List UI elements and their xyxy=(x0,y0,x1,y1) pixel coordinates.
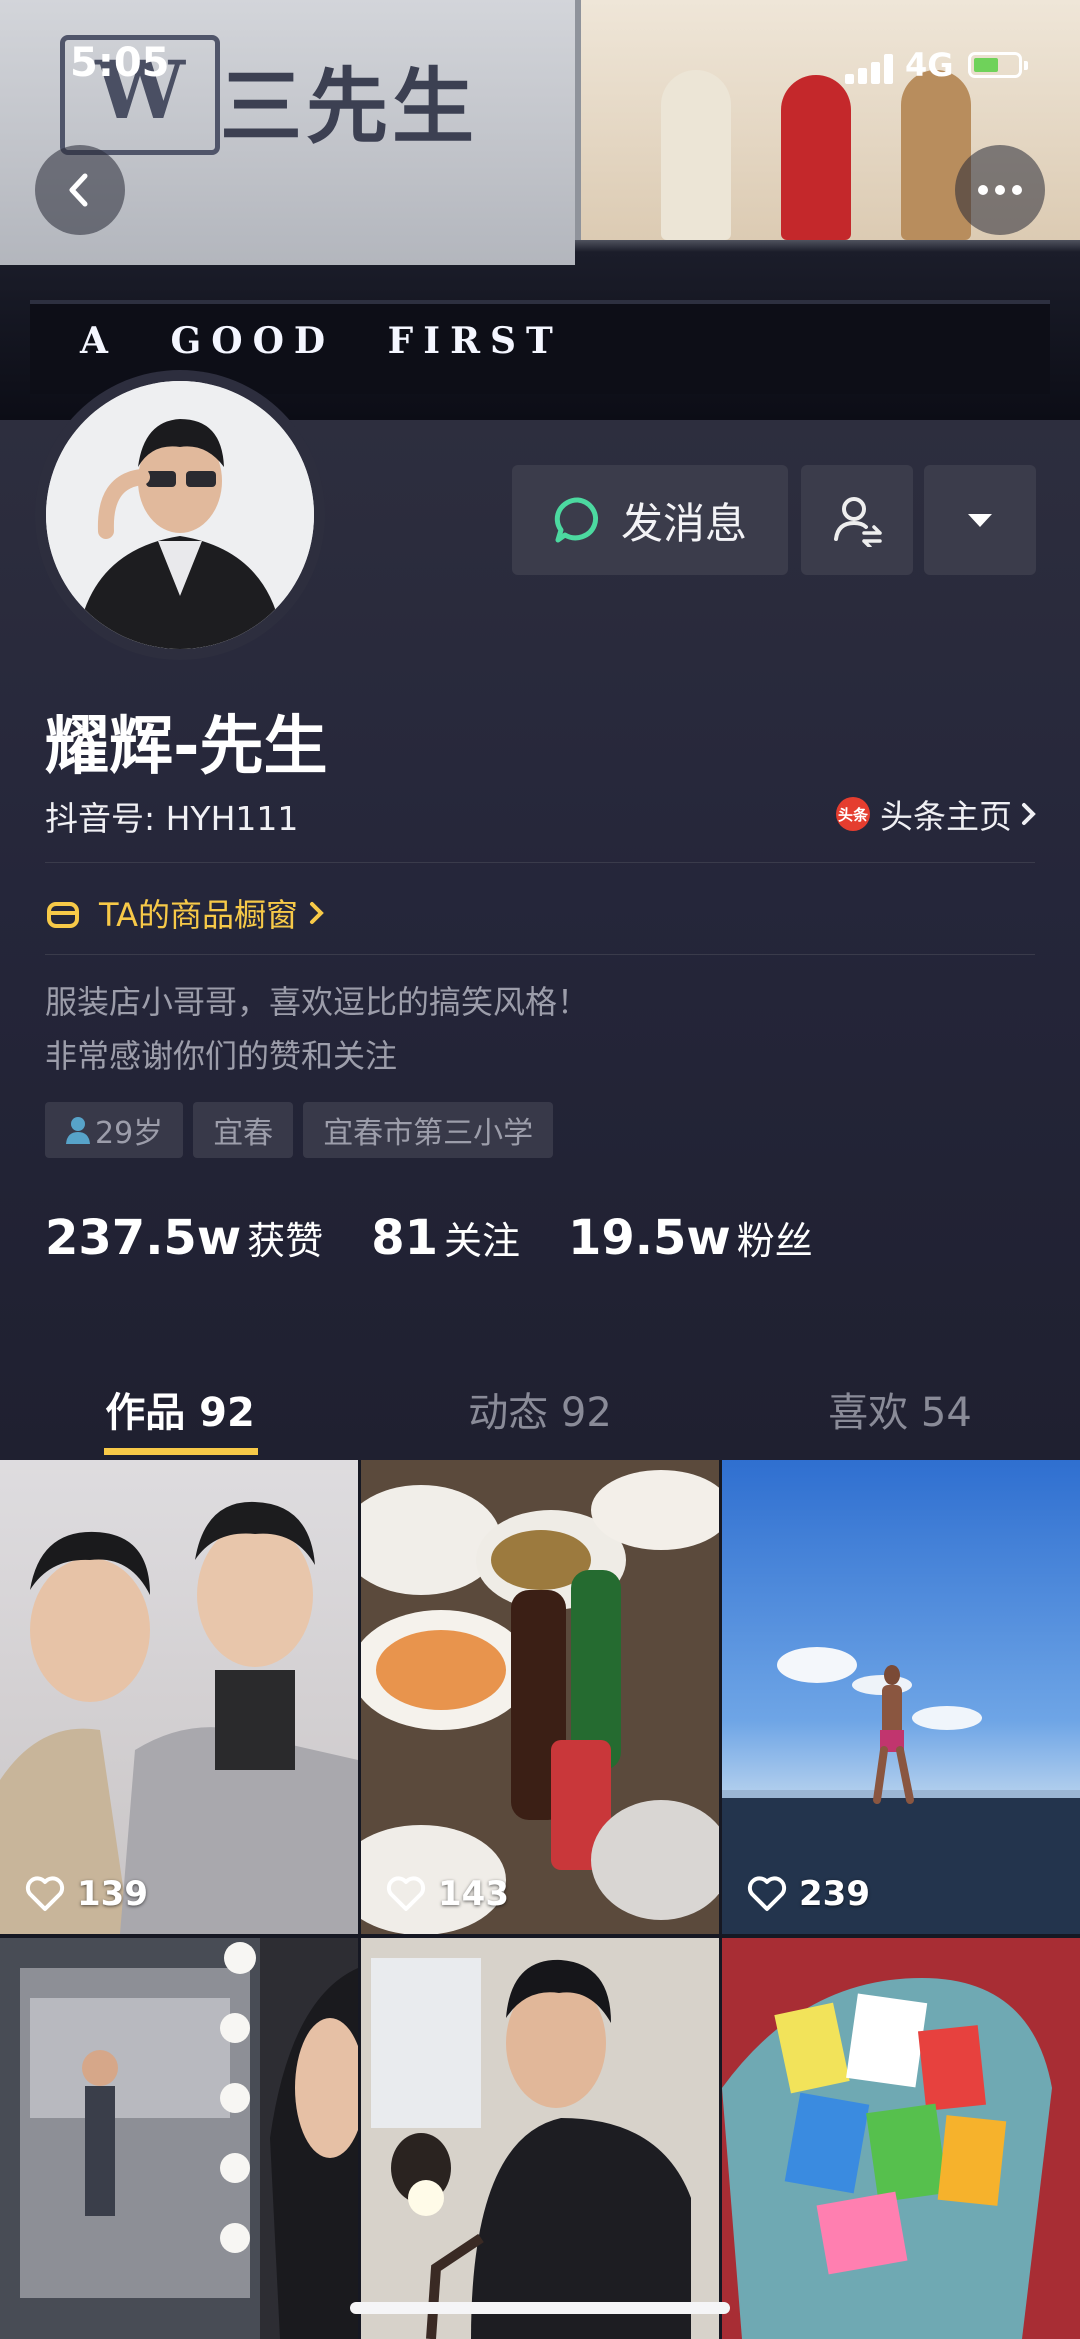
following-count[interactable]: 81 xyxy=(371,1210,438,1266)
age-tag: 29岁 xyxy=(45,1102,184,1158)
heart-icon xyxy=(25,1876,65,1911)
profile-bio: 服装店小哥哥，喜欢逗比的搞笑风格！ 非常感谢你们的赞和关注 xyxy=(45,975,589,1083)
more-button[interactable] xyxy=(955,145,1045,235)
thumbnail-art xyxy=(361,1470,719,1934)
divider xyxy=(45,862,1035,863)
status-time: 5:05 xyxy=(70,40,170,86)
status-bar: 5:05 4G xyxy=(0,40,1080,100)
profile-stats: 237.5w 获赞 81 关注 19.5w 粉丝 xyxy=(45,1210,861,1266)
more-icon xyxy=(978,185,1022,195)
divider xyxy=(45,954,1035,955)
send-message-label: 发消息 xyxy=(620,498,747,548)
store-slogan: A GOOD FIRST xyxy=(80,320,563,362)
tab-likes[interactable]: 喜欢 54 xyxy=(720,1380,1080,1438)
heart-icon xyxy=(386,1876,426,1911)
followers-count[interactable]: 19.5w xyxy=(568,1210,731,1266)
signal-icon xyxy=(845,54,897,84)
video-thumbnail[interactable]: 143 xyxy=(361,1460,719,1934)
school-tag: 宜春市第三小学 xyxy=(303,1102,554,1158)
battery-icon xyxy=(968,52,1028,78)
video-thumbnail[interactable]: 139 xyxy=(0,1460,358,1934)
location-tag: 宜春 xyxy=(193,1102,294,1158)
avatar-photo xyxy=(46,381,314,649)
age-text: 29岁 xyxy=(95,1116,164,1151)
recommend-dropdown-button[interactable] xyxy=(924,465,1036,575)
shop-bag-icon xyxy=(47,902,79,928)
network-type: 4G xyxy=(905,46,954,84)
like-count: 139 xyxy=(25,1874,148,1914)
thumbnail-art xyxy=(0,1938,358,2339)
avatar-ring xyxy=(35,370,325,660)
content-tabs: 作品 92 动态 92 喜欢 54 xyxy=(0,1340,1080,1460)
like-count-text: 239 xyxy=(799,1874,870,1914)
back-button[interactable] xyxy=(35,145,125,235)
tab-works[interactable]: 作品 92 xyxy=(0,1380,360,1438)
followers-label[interactable]: 粉丝 xyxy=(737,1210,813,1265)
user-switch-icon xyxy=(834,497,882,547)
profile-header: 发消息 耀辉-先生 抖音号: HYH111 头条 头条主页 TA的商品橱窗 服装… xyxy=(0,370,1080,1460)
video-thumbnail[interactable] xyxy=(722,1938,1080,2339)
toutiao-label: 头条主页 xyxy=(880,797,1012,836)
shop-label: TA的商品橱窗 xyxy=(99,896,298,934)
toutiao-homepage-link[interactable]: 头条 头条主页 xyxy=(836,790,1040,838)
like-count: 239 xyxy=(747,1874,870,1914)
like-count-text: 143 xyxy=(438,1874,509,1914)
video-thumbnail[interactable] xyxy=(361,1938,719,2339)
tab-moments[interactable]: 动态 92 xyxy=(360,1380,720,1438)
video-thumbnail[interactable] xyxy=(0,1938,358,2339)
profile-tags: 29岁 宜春 宜春市第三小学 xyxy=(45,1102,554,1158)
thumbnail-art xyxy=(371,1958,691,2339)
chat-bubble-icon xyxy=(554,497,599,543)
chevron-left-icon xyxy=(69,173,88,207)
bio-line: 非常感谢你们的赞和关注 xyxy=(45,1037,398,1075)
shop-window-link[interactable]: TA的商品橱窗 xyxy=(45,890,328,936)
profile-nickname: 耀辉-先生 xyxy=(45,710,328,784)
thumbnail-art xyxy=(0,1501,358,1934)
thumbnail-art xyxy=(722,1938,1080,2339)
douyin-id: 抖音号: HYH111 xyxy=(45,799,299,838)
follow-toggle-button[interactable] xyxy=(801,465,913,575)
like-count: 143 xyxy=(386,1874,509,1914)
following-label[interactable]: 关注 xyxy=(444,1210,520,1265)
bio-line: 服装店小哥哥，喜欢逗比的搞笑风格！ xyxy=(45,983,590,1021)
toutiao-icon: 头条 xyxy=(836,797,870,831)
like-count-text: 139 xyxy=(77,1874,148,1914)
home-indicator xyxy=(350,2302,730,2314)
video-thumbnail[interactable]: 239 xyxy=(722,1460,1080,1934)
send-message-button[interactable]: 发消息 xyxy=(512,465,788,575)
likes-label: 获赞 xyxy=(247,1219,324,1263)
avatar[interactable] xyxy=(46,381,314,649)
likes-count: 237.5w xyxy=(45,1210,242,1266)
chevron-right-icon xyxy=(1022,803,1036,825)
heart-icon xyxy=(747,1876,787,1911)
thumbnail-art xyxy=(722,1647,1080,1934)
chevron-right-icon xyxy=(309,902,324,924)
caret-down-icon xyxy=(968,514,992,527)
tab-indicator xyxy=(104,1448,258,1455)
video-grid: 139 143 239 xyxy=(0,1460,1080,2339)
person-icon xyxy=(66,1117,90,1144)
